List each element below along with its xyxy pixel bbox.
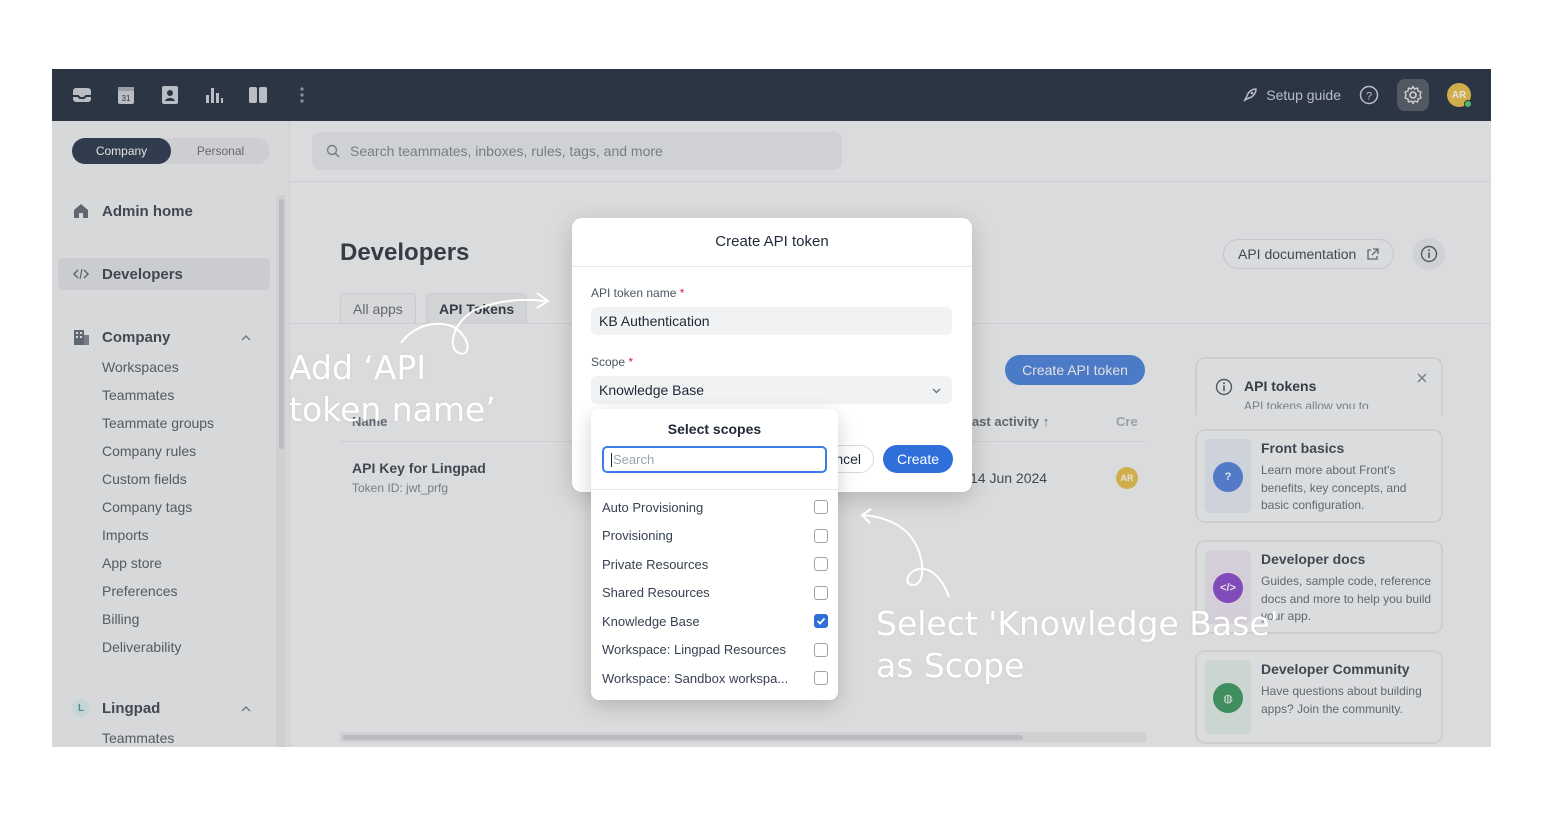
annotation-line: Select 'Knowledge Base' — [876, 604, 1279, 643]
required-mark: * — [628, 355, 634, 369]
scope-option-label: Workspace: Lingpad Resources — [602, 642, 787, 657]
annotation-line: token name’ — [289, 390, 496, 429]
scope-option[interactable]: Provisioning — [602, 526, 828, 546]
scope-option[interactable]: Shared Resources — [602, 583, 828, 603]
scope-checkbox[interactable] — [814, 500, 828, 514]
checkmark-icon — [816, 617, 826, 625]
scope-checkbox[interactable] — [814, 614, 828, 628]
api-token-name-label: API token name * — [591, 286, 684, 300]
scope-checkbox[interactable] — [814, 528, 828, 543]
scope-option[interactable]: Auto Provisioning — [602, 497, 828, 517]
search-placeholder: Search — [613, 452, 655, 467]
scope-option-label: Knowledge Base — [602, 613, 700, 629]
scope-option[interactable]: Workspace: Lingpad Resources — [602, 640, 828, 660]
annotation-add-token-name: Add ‘API token name’ — [289, 347, 496, 431]
scope-option-label: Auto Provisioning — [602, 499, 704, 515]
label-text: Scope — [591, 355, 626, 369]
scope-checkbox[interactable] — [814, 557, 828, 571]
annotation-line: as Scope — [876, 646, 1025, 685]
cancel-label: ncel — [835, 451, 861, 467]
modal-divider — [572, 266, 972, 267]
scope-option[interactable]: Knowledge Base — [602, 611, 828, 631]
modal-title: Create API token — [715, 233, 829, 250]
annotation-line: Add ‘API — [289, 348, 427, 387]
scope-checkbox[interactable] — [814, 585, 828, 600]
scope-select[interactable]: Knowledge Base — [591, 376, 952, 404]
api-token-name-input[interactable]: KB Authentication — [591, 307, 952, 335]
required-mark: * — [679, 286, 685, 300]
scope-option-label: Provisioning — [602, 528, 673, 543]
scope-option[interactable]: Private Resources — [602, 554, 828, 574]
input-value: KB Authentication — [599, 313, 710, 329]
dropdown-title: Select scopes — [667, 421, 762, 437]
label-text: API token name — [591, 286, 677, 300]
scope-option-label: Shared Resources — [602, 585, 710, 600]
scope-option[interactable]: Workspace: Sandbox workspa... — [602, 668, 828, 688]
scope-checkbox[interactable] — [814, 642, 828, 657]
text-cursor — [611, 452, 612, 467]
chevron-down-icon — [932, 388, 941, 394]
curved-arrow-icon — [860, 508, 950, 598]
dropdown-divider — [591, 489, 838, 490]
select-value: Knowledge Base — [599, 382, 705, 398]
create-button[interactable]: Create — [883, 445, 953, 473]
scope-label: Scope * — [591, 355, 633, 369]
scope-option-label: Private Resources — [602, 556, 709, 572]
scopes-search-input[interactable]: Search — [602, 446, 827, 473]
scope-checkbox[interactable] — [814, 671, 828, 685]
scopes-dropdown: Select scopes Search Auto Provisioning Pr… — [591, 409, 838, 700]
annotation-select-scope: Select 'Knowledge Base' as Scope — [876, 603, 1279, 687]
scope-option-label: Workspace: Sandbox workspa... — [602, 670, 789, 686]
